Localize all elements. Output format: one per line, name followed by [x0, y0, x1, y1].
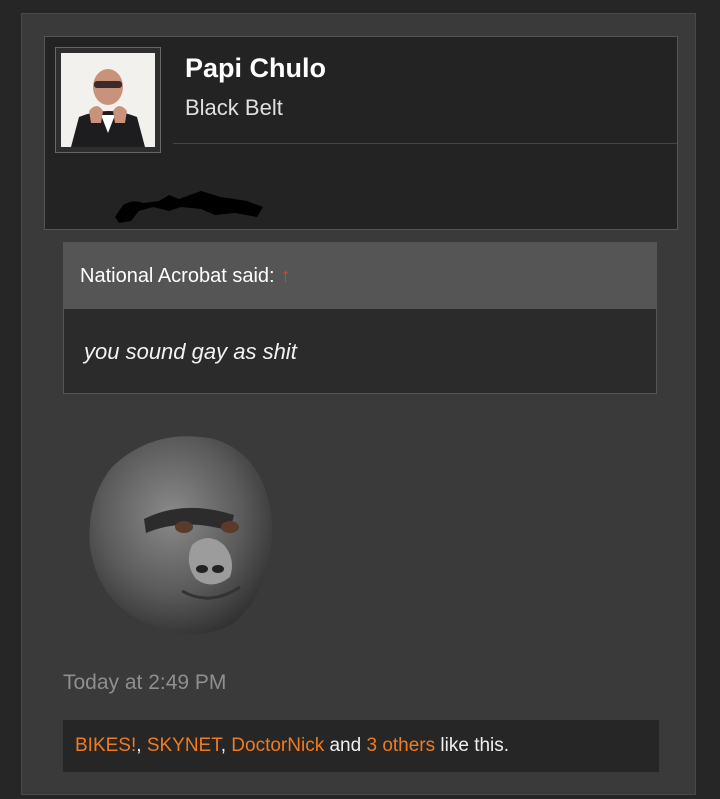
likes-separator: ,	[136, 735, 147, 756]
liker-link[interactable]: DoctorNick	[231, 735, 324, 756]
likes-suffix-text: like this.	[440, 735, 510, 756]
post-author-block: Papi Chulo Black Belt	[44, 36, 678, 230]
username[interactable]: Papi Chulo	[185, 53, 326, 84]
quote-author-text: National Acrobat said:	[80, 265, 275, 287]
quote-text: you sound gay as shit	[84, 339, 297, 364]
user-info: Papi Chulo Black Belt	[173, 37, 677, 144]
user-title: Black Belt	[185, 95, 283, 120]
signature-image	[115, 191, 263, 223]
avatar[interactable]	[61, 53, 155, 147]
liker-link[interactable]: BIKES!	[75, 735, 136, 756]
likes-others-link[interactable]: 3 others	[366, 735, 435, 756]
quote-block: National Acrobat said: ↑ you sound gay as…	[63, 242, 657, 394]
likes-and-text: and	[329, 735, 362, 756]
liker-link[interactable]: SKYNET	[147, 735, 221, 756]
gorilla-image	[89, 436, 273, 635]
forum-post: Papi Chulo Black Belt National Acrobat s…	[21, 13, 696, 795]
quote-header: National Acrobat said: ↑	[64, 243, 656, 309]
quote-jump-arrow-icon[interactable]: ↑	[281, 265, 291, 287]
likes-bar: BIKES!, SKYNET, DoctorNick and 3 others …	[63, 720, 659, 772]
quote-author: National Acrobat said: ↑	[80, 265, 291, 288]
post-timestamp[interactable]: Today at 2:49 PM	[63, 671, 226, 695]
likes-separator: ,	[220, 735, 232, 756]
avatar-image	[61, 53, 155, 147]
avatar-frame[interactable]	[55, 47, 161, 153]
